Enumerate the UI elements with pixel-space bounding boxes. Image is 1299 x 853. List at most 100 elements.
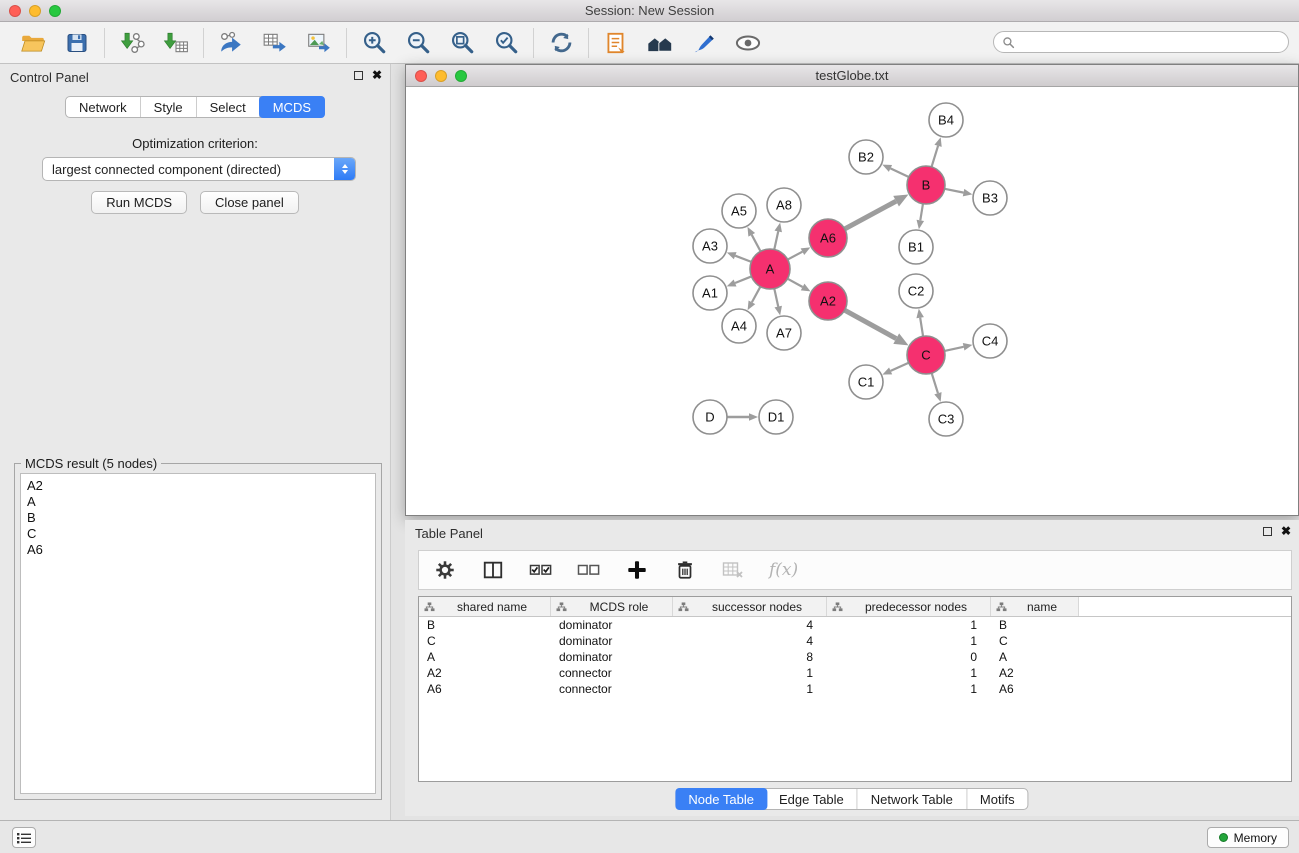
create-column-button[interactable] [625, 558, 649, 582]
search-icon [1002, 36, 1015, 49]
network-canvas-area[interactable]: B4B2BB3A5A8A6B1A3AA1C2A2A4A7C4CC1C3DD1 [406, 87, 1298, 515]
result-item[interactable]: B [27, 510, 369, 526]
table-row[interactable]: Cdominator41C [419, 633, 1291, 649]
deselect-all-rows-button[interactable] [577, 558, 601, 582]
table-cell: connector [551, 682, 673, 696]
mcds-result-list[interactable]: A2ABCA6 [20, 473, 376, 794]
control-panel: Control Panel ✖ Network Style Select MCD… [0, 64, 391, 820]
mcds-result-title: MCDS result (5 nodes) [21, 456, 161, 471]
tab-style[interactable]: Style [141, 97, 197, 117]
result-item[interactable]: A2 [27, 478, 369, 494]
annotation-brush-button[interactable] [689, 28, 719, 58]
float-panel-icon[interactable] [354, 71, 363, 80]
table-row[interactable]: Bdominator41B [419, 617, 1291, 633]
delete-column-button[interactable] [673, 558, 697, 582]
table-cell: 1 [827, 618, 991, 632]
graph-node-label: D [705, 410, 714, 425]
export-image-button[interactable] [304, 28, 334, 58]
export-image-icon [306, 30, 332, 56]
tab-network-table[interactable]: Network Table [858, 789, 967, 809]
result-item[interactable]: A [27, 494, 369, 510]
close-window-button[interactable] [9, 5, 21, 17]
task-history-button[interactable] [12, 827, 36, 848]
column-edit-icon [832, 602, 843, 612]
column-header-name[interactable]: name [991, 597, 1079, 616]
zoom-in-button[interactable] [359, 28, 389, 58]
tab-edge-table[interactable]: Edge Table [766, 789, 858, 809]
save-session-button[interactable] [62, 28, 92, 58]
export-network-icon [218, 30, 244, 56]
table-cell: A6 [419, 682, 551, 696]
close-panel-icon[interactable]: ✖ [372, 69, 382, 81]
run-mcds-button[interactable]: Run MCDS [91, 191, 187, 214]
minimize-window-button[interactable] [29, 5, 41, 17]
table-row[interactable]: A6connector11A6 [419, 681, 1291, 697]
column-header-successor-nodes[interactable]: successor nodes [673, 597, 827, 616]
column-header-shared-name[interactable]: shared name [419, 597, 551, 616]
export-table-button[interactable] [260, 28, 290, 58]
search-field[interactable] [993, 31, 1289, 53]
export-network-button[interactable] [216, 28, 246, 58]
zoom-selected-icon [493, 29, 520, 56]
table-toolbar: f(x) [418, 550, 1292, 590]
graph-node-label: A5 [731, 204, 747, 219]
table-cell: 1 [673, 666, 827, 680]
columns-icon [482, 559, 504, 581]
search-input[interactable] [1020, 35, 1280, 49]
network-window-controls [415, 70, 467, 82]
criterion-dropdown[interactable]: largest connected component (directed) [42, 157, 356, 181]
table-cell: A6 [991, 682, 1079, 696]
main-toolbar [0, 22, 1299, 64]
export-table-icon [262, 30, 288, 56]
table-cell: A [419, 650, 551, 664]
result-item[interactable]: C [27, 526, 369, 542]
node-table-body: Bdominator41BCdominator41CAdominator80AA… [419, 617, 1291, 697]
show-hide-button[interactable] [733, 28, 763, 58]
apply-layout-button[interactable] [546, 28, 576, 58]
home-view-button[interactable] [645, 28, 675, 58]
zoom-fit-button[interactable] [447, 28, 477, 58]
table-cell: C [419, 634, 551, 648]
table-row[interactable]: A2connector11A2 [419, 665, 1291, 681]
graph-node-label: B3 [982, 191, 998, 206]
memory-status-icon [1219, 833, 1228, 842]
close-table-panel-icon[interactable]: ✖ [1281, 525, 1291, 537]
select-all-rows-button[interactable] [529, 558, 553, 582]
delete-table-icon [721, 558, 745, 582]
show-columns-button[interactable] [481, 558, 505, 582]
tab-node-table[interactable]: Node Table [675, 788, 767, 810]
column-edit-icon [678, 602, 689, 612]
column-header-predecessor-nodes[interactable]: predecessor nodes [827, 597, 991, 616]
tab-network[interactable]: Network [66, 97, 141, 117]
column-edit-icon [556, 602, 567, 612]
close-view-button[interactable] [415, 70, 427, 82]
tab-motifs[interactable]: Motifs [967, 789, 1028, 809]
minimize-view-button[interactable] [435, 70, 447, 82]
import-table-button[interactable] [161, 28, 191, 58]
home-icon [646, 29, 674, 57]
network-canvas[interactable]: B4B2BB3A5A8A6B1A3AA1C2A2A4A7C4CC1C3DD1 [406, 87, 1298, 515]
result-item[interactable]: A6 [27, 542, 369, 558]
table-cell: A2 [991, 666, 1079, 680]
zoom-view-button[interactable] [455, 70, 467, 82]
open-session-button[interactable] [18, 28, 48, 58]
memory-button[interactable]: Memory [1207, 827, 1289, 848]
table-settings-button[interactable] [433, 558, 457, 582]
zoom-selected-button[interactable] [491, 28, 521, 58]
window-title: Session: New Session [585, 3, 714, 18]
graph-node-label: B [922, 178, 931, 193]
zoom-window-button[interactable] [49, 5, 61, 17]
function-builder-button-disabled: f(x) [769, 560, 798, 580]
float-table-panel-icon[interactable] [1263, 527, 1272, 536]
graph-node-label: A3 [702, 239, 718, 254]
column-header-mcds-role[interactable]: MCDS role [551, 597, 673, 616]
network-window-title: testGlobe.txt [816, 68, 889, 83]
first-neighbors-button[interactable] [601, 28, 631, 58]
zoom-out-button[interactable] [403, 28, 433, 58]
tab-select[interactable]: Select [197, 97, 260, 117]
tab-mcds[interactable]: MCDS [259, 96, 325, 118]
import-network-button[interactable] [117, 28, 147, 58]
mcds-result-box: MCDS result (5 nodes) A2ABCA6 [14, 463, 382, 800]
close-panel-button[interactable]: Close panel [200, 191, 299, 214]
table-row[interactable]: Adominator80A [419, 649, 1291, 665]
